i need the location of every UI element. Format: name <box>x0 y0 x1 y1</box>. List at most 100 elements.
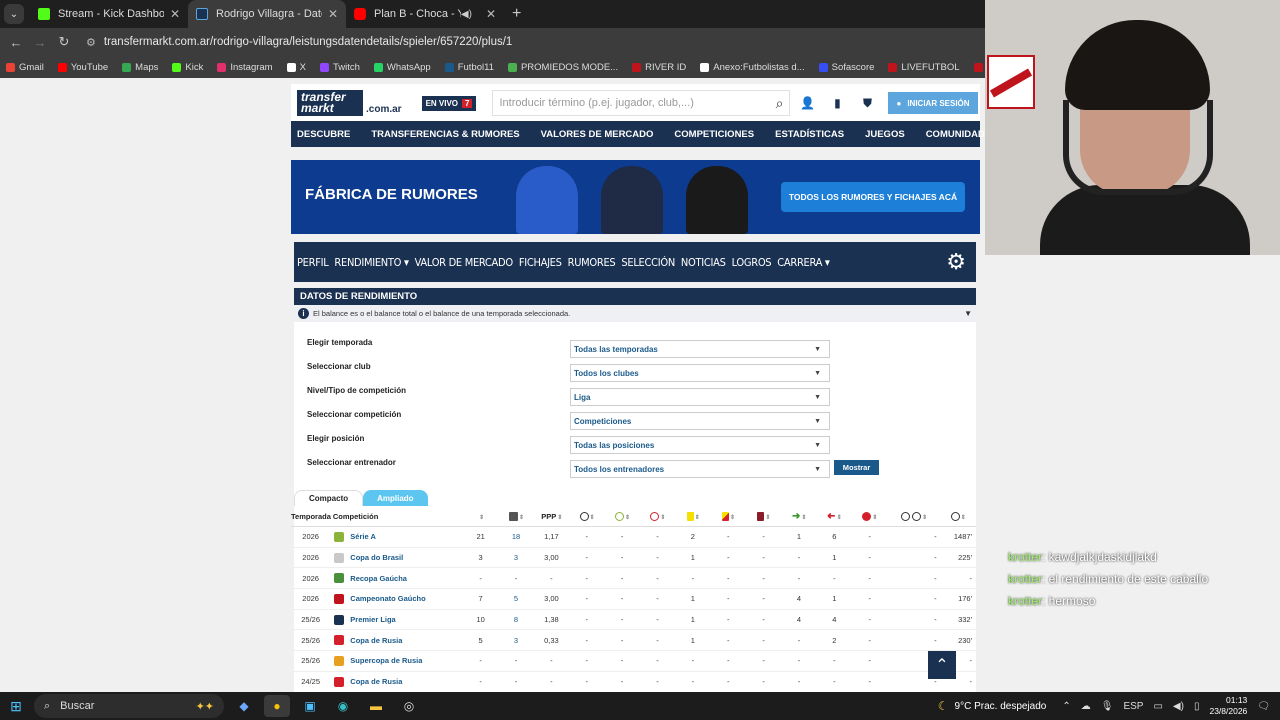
bookmark-item[interactable]: Sofascore <box>818 62 874 73</box>
shield-icon[interactable]: ⛊ <box>854 90 880 116</box>
filter-select[interactable]: Competiciones ▼ <box>570 412 830 430</box>
competition-link[interactable]: Campeonato Gaúcho <box>350 594 425 603</box>
bookmark-item[interactable]: WhatsApp <box>373 62 431 73</box>
bookmark-item[interactable]: Kick <box>172 62 203 73</box>
tab-ampliado[interactable]: Ampliado <box>363 490 428 506</box>
copilot-icon[interactable]: ◆ <box>231 695 257 717</box>
header-competicion[interactable]: Competición <box>331 512 464 521</box>
close-icon[interactable]: ✕ <box>170 7 180 21</box>
site-info-icon[interactable]: ⚙ <box>86 36 96 49</box>
subnav-item[interactable]: CARRERA ▾ <box>777 256 830 269</box>
tab-transfermarkt[interactable]: Rodrigo Villagra - Datos detall ✕ <box>188 0 346 28</box>
bookmark-icon[interactable]: ▮ <box>824 90 850 116</box>
tab-search-chevron-icon[interactable]: ⌄ <box>4 4 24 24</box>
filter-select[interactable]: Todas las temporadas ▼ <box>570 340 830 358</box>
competition-link[interactable]: Copa de Rusia <box>350 636 402 645</box>
header-minutes-per-goal[interactable]: ⇕ <box>888 512 941 522</box>
header-penalty-goals[interactable]: ⇕ <box>852 512 887 522</box>
header-assists[interactable]: ⇕ <box>605 512 640 522</box>
live-badge[interactable]: EN VIVO 7 <box>421 95 477 111</box>
battery-icon[interactable]: ▯ <box>1194 701 1200 712</box>
weather-widget[interactable]: ☾ 9°C Prac. despejado <box>938 699 1047 713</box>
close-icon[interactable]: ✕ <box>328 7 338 21</box>
bookmark-item[interactable]: Instagram <box>217 62 273 73</box>
chevron-down-icon[interactable]: ▼ <box>964 309 972 318</box>
main-nav-item[interactable]: COMUNIDAD <box>926 129 985 140</box>
bookmark-item[interactable]: HISTORIA RIVER <box>973 62 986 73</box>
mostrar-button[interactable]: Mostrar <box>834 460 879 475</box>
chevron-up-icon[interactable]: ⌃ <box>1062 701 1070 712</box>
edge-icon[interactable]: ◉ <box>330 695 356 717</box>
country-domain[interactable]: .com.ar <box>366 104 402 115</box>
user-search-icon[interactable]: 👤 <box>794 90 820 116</box>
bookmark-item[interactable]: X <box>286 62 306 73</box>
subnav-item[interactable]: FICHAJES <box>519 256 562 269</box>
clock[interactable]: 01:13 23/8/2026 <box>1209 695 1247 717</box>
filter-select[interactable]: Todas las posiciones ▼ <box>570 436 830 454</box>
table-cell[interactable]: 8 <box>498 615 533 624</box>
competition-link[interactable]: Copa do Brasil <box>350 553 403 562</box>
competition-link[interactable]: Supercopa de Rusia <box>350 656 422 665</box>
header-own-goals[interactable]: ⇕ <box>640 512 675 522</box>
bookmark-item[interactable]: Anexo:Futbolistas d... <box>700 62 805 73</box>
microphone-icon[interactable]: 🎙 <box>1101 701 1114 712</box>
site-search-input[interactable]: Introducir término (p.ej. jugador, club,… <box>492 90 791 116</box>
main-nav-item[interactable]: COMPETICIONES <box>674 129 754 140</box>
scroll-to-top-button[interactable]: ⌃ <box>928 651 956 679</box>
header-ppp[interactable]: PPP⇕ <box>534 512 569 521</box>
taskbar-search[interactable]: ⌕ Buscar ✦✦ <box>34 694 224 718</box>
bookmark-item[interactable]: Maps <box>122 62 158 73</box>
language-indicator[interactable]: ESP <box>1123 701 1143 712</box>
new-tab-button[interactable]: + <box>512 5 521 23</box>
header-goals[interactable]: ⇕ <box>570 512 605 522</box>
filter-select[interactable]: Todos los entrenadores ▼ <box>570 460 830 478</box>
bookmark-item[interactable]: Twitch <box>319 62 360 73</box>
header-subbed-out[interactable]: ➜⇕ <box>817 511 852 522</box>
tab-kick[interactable]: Stream - Kick Dashboard ✕ <box>30 0 188 28</box>
header-minutes[interactable]: ⇕ <box>941 512 976 522</box>
obs-icon[interactable]: ◎ <box>396 695 422 717</box>
header-red-cards[interactable]: ⇕ <box>746 512 781 522</box>
main-nav-item[interactable]: JUEGOS <box>865 129 905 140</box>
url-field[interactable]: ⚙ transfermarkt.com.ar/rodrigo-villagra/… <box>86 36 512 49</box>
store-icon[interactable]: ▣ <box>297 695 323 717</box>
main-nav-item[interactable]: DESCUBRE <box>297 129 350 140</box>
table-cell[interactable]: 18 <box>498 532 533 541</box>
competition-link[interactable]: Recopa Gaúcha <box>350 574 407 583</box>
table-cell[interactable]: 5 <box>498 594 533 603</box>
search-icon[interactable]: ⌕ <box>776 95 784 112</box>
all-rumors-button[interactable]: TODOS LOS RUMORES Y FICHAJES ACÁ <box>781 182 965 212</box>
back-icon[interactable]: ← <box>4 35 28 50</box>
table-cell[interactable]: 3 <box>498 636 533 645</box>
main-nav-item[interactable]: TRANSFERENCIAS & RUMORES <box>371 129 519 140</box>
table-cell[interactable]: 3 <box>498 553 533 562</box>
filter-select[interactable]: Todos los clubes ▼ <box>570 364 830 382</box>
rumors-banner[interactable]: FÁBRICA DE RUMORES TODOS LOS RUMORES Y F… <box>291 160 980 234</box>
bookmark-item[interactable]: YouTube <box>57 62 108 73</box>
windows-start-icon[interactable]: ⊞ <box>0 698 32 715</box>
header-subbed-in[interactable]: ➜⇕ <box>782 511 817 522</box>
main-nav-item[interactable]: ESTADÍSTICAS <box>775 129 844 140</box>
info-bar[interactable]: i El balance es o el balance total o el … <box>294 305 976 322</box>
gear-icon[interactable]: ⚙ <box>946 249 966 275</box>
bookmark-item[interactable]: RIVER ID <box>632 62 686 73</box>
forward-icon[interactable]: → <box>28 35 52 50</box>
bookmark-item[interactable]: Gmail <box>6 62 44 73</box>
network-icon[interactable]: ▭ <box>1153 701 1162 712</box>
chrome-icon[interactable]: ● <box>264 695 290 717</box>
subnav-item[interactable]: LOGROS <box>732 256 772 269</box>
subnav-item[interactable]: VALOR DE MERCADO <box>415 256 513 269</box>
onedrive-icon[interactable]: ☁ <box>1081 701 1091 712</box>
competition-link[interactable]: Série A <box>350 532 376 541</box>
transfermarkt-logo[interactable]: transfer markt <box>297 90 363 116</box>
speaker-icon[interactable]: ◀) <box>461 9 472 20</box>
header-squad[interactable]: ⇕ <box>499 512 534 522</box>
subnav-item[interactable]: RENDIMIENTO ▾ <box>334 256 409 269</box>
header-yellow-cards[interactable]: ⇕ <box>676 512 711 522</box>
file-explorer-icon[interactable]: ▬ <box>363 695 389 717</box>
close-icon[interactable]: ✕ <box>486 7 496 21</box>
tab-youtube[interactable]: Plan B - Choca - YouTube ◀) ✕ <box>346 0 504 28</box>
competition-link[interactable]: Premier Liga <box>350 615 395 624</box>
subnav-item[interactable]: RUMORES <box>568 256 616 269</box>
volume-icon[interactable]: ◀) <box>1173 701 1184 712</box>
